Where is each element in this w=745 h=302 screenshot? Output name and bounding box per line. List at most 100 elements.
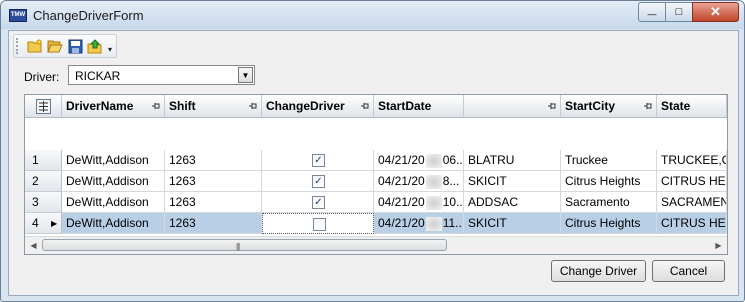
cell-startdate[interactable]: 04/21/20 11... <box>374 213 464 234</box>
cell-drivername[interactable]: DeWitt,Addison <box>62 213 165 234</box>
driver-combobox[interactable]: RICKAR ▼ <box>68 65 255 85</box>
maximize-button[interactable]: □ <box>665 2 693 22</box>
check-icon: ✓ <box>314 197 323 208</box>
table-row[interactable]: 2 DeWitt,Addison 1263 ✓ 04/21/20 8... SKI… <box>25 171 727 192</box>
cell-state[interactable]: TRUCKEE,CA, <box>657 150 727 171</box>
maximize-icon: □ <box>675 6 683 18</box>
cell-drivername[interactable]: DeWitt,Addison <box>62 150 165 171</box>
cell-state[interactable]: SACRAMENTO <box>657 192 727 213</box>
scroll-left-button[interactable]: ◀ <box>25 237 42 254</box>
scrollbar-grip: ||| <box>236 242 240 251</box>
change-driver-checkbox[interactable]: ✓ <box>312 175 325 188</box>
cell-shift[interactable]: 1263 <box>165 213 262 234</box>
change-driver-checkbox[interactable] <box>313 218 326 231</box>
scroll-right-button[interactable]: ▶ <box>710 237 727 254</box>
driver-grid: DriverName Shift ChangeDriver StartDate … <box>24 94 728 255</box>
pin-icon[interactable] <box>644 102 652 110</box>
close-icon: ✕ <box>710 4 721 19</box>
column-header-startcity[interactable]: StartCity <box>561 95 657 117</box>
pin-icon[interactable] <box>548 102 556 110</box>
change-driver-checkbox[interactable]: ✓ <box>312 196 325 209</box>
minimize-icon: — <box>647 9 657 19</box>
redacted-area <box>425 195 442 210</box>
cell-changedriver[interactable]: ✓ <box>262 192 374 213</box>
cell-code[interactable]: SKICIT <box>464 213 561 234</box>
cell-drivername[interactable]: DeWitt,Addison <box>62 171 165 192</box>
table-row[interactable]: 4 ▶ DeWitt,Addison 1263 04/21/20 11... SKI… <box>25 213 727 234</box>
scroll-left-icon: ◀ <box>30 241 37 250</box>
export-icon <box>87 38 102 53</box>
redacted-area <box>425 174 442 189</box>
cell-startcity[interactable]: Citrus Heights <box>561 171 657 192</box>
cell-startdate[interactable]: 04/21/20 06... <box>374 150 464 171</box>
column-header-state[interactable]: State <box>657 95 727 117</box>
column-header-startdate[interactable]: StartDate <box>374 95 464 117</box>
export-button[interactable] <box>85 36 105 56</box>
save-button[interactable] <box>65 36 85 56</box>
cell-startcity[interactable]: Truckee <box>561 150 657 171</box>
close-button[interactable]: ✕ <box>692 2 739 22</box>
row-header[interactable]: 4 ▶ <box>25 213 62 234</box>
check-icon: ✓ <box>314 155 323 166</box>
cell-startdate[interactable]: 04/21/20 10... <box>374 192 464 213</box>
change-driver-checkbox[interactable]: ✓ <box>312 154 325 167</box>
change-driver-button[interactable]: Change Driver <box>551 260 646 282</box>
row-header[interactable]: 1 <box>25 150 62 171</box>
cell-state[interactable]: CITRUS HEIG <box>657 171 727 192</box>
column-header-unnamed[interactable] <box>464 95 561 117</box>
scroll-right-icon: ▶ <box>715 241 722 250</box>
pin-icon[interactable] <box>249 102 257 110</box>
cell-shift[interactable]: 1263 <box>165 150 262 171</box>
column-header-drivername[interactable]: DriverName <box>62 95 165 117</box>
save-icon <box>68 39 82 53</box>
column-header-shift[interactable]: Shift <box>165 95 262 117</box>
toolbar: ▾ <box>13 34 118 58</box>
chevron-down-icon: ▼ <box>241 70 250 80</box>
app-icon: TMW <box>9 9 27 22</box>
row-header[interactable]: 3 <box>25 192 62 213</box>
redacted-area <box>425 216 442 231</box>
current-row-icon: ▶ <box>51 219 58 228</box>
cell-startcity[interactable]: Sacramento <box>561 192 657 213</box>
open-button[interactable] <box>45 36 65 56</box>
pin-icon[interactable] <box>361 102 369 110</box>
cell-shift[interactable]: 1263 <box>165 192 262 213</box>
cell-startcity[interactable]: Citrus Heights <box>561 213 657 234</box>
driver-label: Driver: <box>24 70 60 84</box>
title-bar[interactable]: TMW ChangeDriverForm — □ ✕ <box>1 1 744 29</box>
redacted-area <box>425 153 442 168</box>
grid-header: DriverName Shift ChangeDriver StartDate … <box>25 95 727 118</box>
table-row[interactable]: 3 DeWitt,Addison 1263 ✓ 04/21/20 10... AD… <box>25 192 727 213</box>
cell-shift[interactable]: 1263 <box>165 171 262 192</box>
check-icon: ✓ <box>314 176 323 187</box>
cell-changedriver[interactable]: ✓ <box>262 150 374 171</box>
horizontal-scrollbar[interactable]: ◀ ||| ▶ <box>25 236 727 254</box>
window-title: ChangeDriverForm <box>33 8 144 23</box>
toolbar-grip[interactable] <box>16 38 21 54</box>
new-button[interactable] <box>25 36 45 56</box>
column-header-changedriver[interactable]: ChangeDriver <box>262 95 374 117</box>
column-chooser-button[interactable] <box>25 95 62 117</box>
row-header[interactable]: 2 <box>25 171 62 192</box>
open-folder-icon <box>47 40 63 53</box>
minimize-button[interactable]: — <box>638 2 666 22</box>
change-driver-window: TMW ChangeDriverForm — □ ✕ ▾ Driver: RIC… <box>0 0 745 302</box>
table-row[interactable]: 1 DeWitt,Addison 1263 ✓ 04/21/20 06... BL… <box>25 150 727 171</box>
cell-state[interactable]: CITRUS HEIG <box>657 213 727 234</box>
cancel-button[interactable]: Cancel <box>652 260 725 282</box>
cell-startdate[interactable]: 04/21/20 8... <box>374 171 464 192</box>
driver-value: RICKAR <box>75 69 121 83</box>
pin-icon[interactable] <box>152 102 160 110</box>
cell-drivername[interactable]: DeWitt,Addison <box>62 192 165 213</box>
cell-changedriver[interactable]: ✓ <box>262 171 374 192</box>
cell-changedriver[interactable] <box>262 213 374 234</box>
form-client-area: ▾ Driver: RICKAR ▼ DriverName Shift Chan… <box>8 30 739 296</box>
cell-code[interactable]: ADDSAC <box>464 192 561 213</box>
new-folder-icon <box>27 39 42 53</box>
window-controls: — □ ✕ <box>638 2 739 22</box>
toolbar-overflow-icon[interactable]: ▾ <box>108 39 112 54</box>
cell-code[interactable]: SKICIT <box>464 171 561 192</box>
scrollbar-thumb[interactable]: ||| <box>42 239 447 251</box>
cell-code[interactable]: BLATRU <box>464 150 561 171</box>
driver-dropdown-button[interactable]: ▼ <box>238 67 253 83</box>
